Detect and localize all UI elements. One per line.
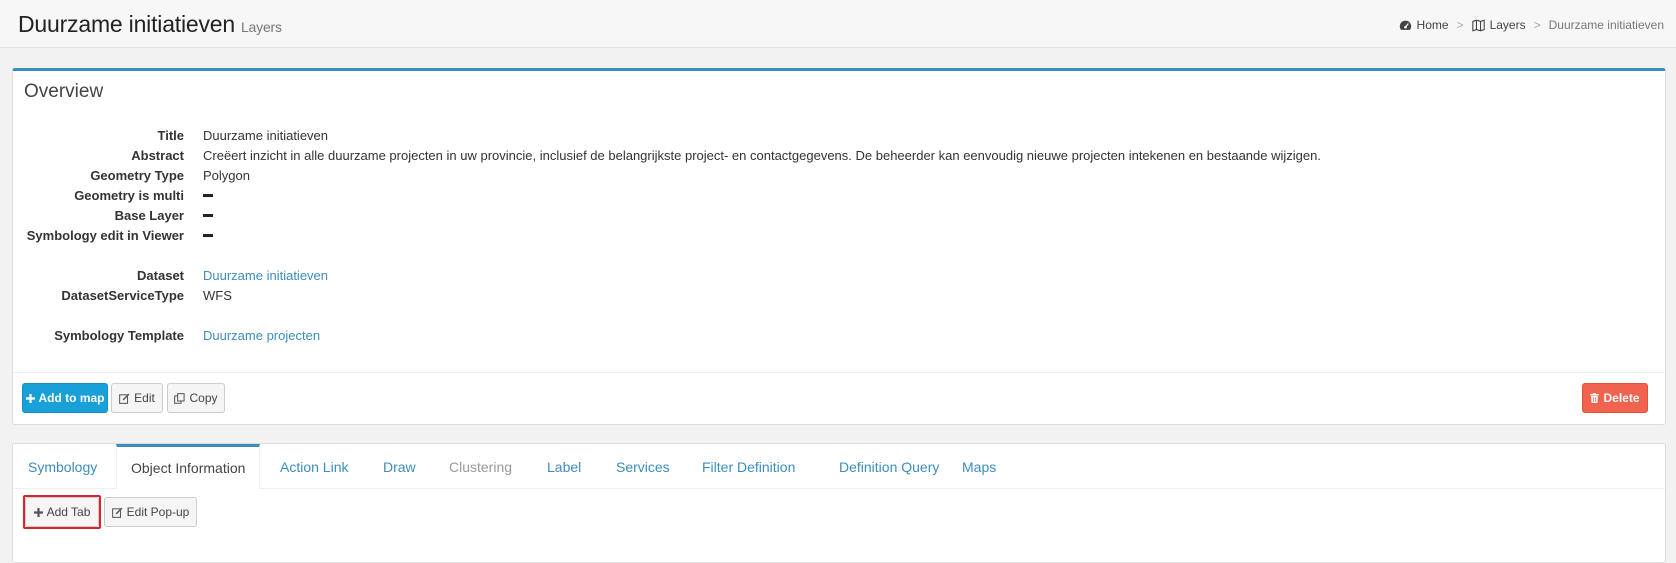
- unchecked-dash-icon: [203, 193, 213, 197]
- breadcrumb-current: Duurzame initiatieven: [1548, 18, 1664, 32]
- overview-panel: Overview Title Duurzame initiatieven Abs…: [12, 68, 1666, 425]
- detail-label: Geometry Type: [90, 168, 184, 183]
- page-subtitle: Layers: [240, 19, 282, 35]
- edit-icon: [119, 393, 130, 404]
- tab-services[interactable]: Services: [602, 444, 684, 489]
- page-header: Duurzame initiatieven Layers Home > Layer…: [0, 0, 1676, 48]
- detail-label: Geometry is multi: [74, 188, 184, 203]
- symbology-template-link[interactable]: Duurzame projecten: [203, 328, 320, 343]
- detail-row-dataset-service-type: DatasetServiceType WFS: [13, 286, 1413, 306]
- overview-title: Overview: [24, 81, 104, 102]
- copy-label: Copy: [189, 391, 218, 405]
- unchecked-dash-icon: [203, 213, 213, 217]
- breadcrumb-separator: >: [1456, 18, 1464, 32]
- detail-row-symbology-edit: Symbology edit in Viewer: [13, 226, 1413, 246]
- detail-value: WFS: [203, 288, 232, 303]
- detail-row-geometry-type: Geometry Type Polygon: [13, 166, 1413, 186]
- edit-popup-label: Edit Pop-up: [126, 505, 190, 519]
- detail-row-symbology-template: Symbology Template Duurzame projecten: [13, 326, 1413, 346]
- detail-label: Symbology Template: [54, 328, 184, 343]
- detail-label: Base Layer: [114, 208, 184, 223]
- detail-label: Title: [157, 128, 185, 143]
- breadcrumb-home[interactable]: Home: [1399, 18, 1449, 32]
- detail-row-base-layer: Base Layer: [13, 206, 1413, 226]
- detail-label: Abstract: [131, 148, 184, 163]
- trash-icon: [1590, 393, 1600, 403]
- detail-value: [203, 226, 213, 246]
- dataset-link[interactable]: Duurzame initiatieven: [203, 268, 328, 283]
- page-title: Duurzame initiatieven Layers: [18, 11, 282, 38]
- detail-row-abstract: Abstract Creëert inzicht in alle duurzam…: [13, 146, 1413, 166]
- tab-symbology[interactable]: Symbology: [14, 444, 111, 489]
- tab-object-information[interactable]: Object Information: [116, 444, 261, 489]
- edit-button[interactable]: Edit: [111, 383, 163, 413]
- detail-value: Duurzame initiatieven: [203, 128, 329, 143]
- edit-label: Edit: [134, 391, 155, 405]
- tab-label[interactable]: Label: [533, 444, 595, 489]
- breadcrumb: Home > Layers > Duurzame initiatieven: [1399, 18, 1664, 32]
- detail-value: [203, 206, 213, 226]
- plus-icon: [25, 393, 35, 403]
- detail-value: Polygon: [203, 168, 250, 183]
- detail-row-dataset: Dataset Duurzame initiatieven: [13, 266, 1413, 286]
- highlight-box: [23, 495, 101, 529]
- tab-filter-definition[interactable]: Filter Definition: [688, 444, 809, 489]
- tab-definition-query[interactable]: Definition Query: [825, 444, 953, 489]
- detail-row-geometry-multi: Geometry is multi: [13, 186, 1413, 206]
- breadcrumb-separator: >: [1533, 18, 1541, 32]
- tab-clustering: Clustering: [449, 459, 513, 475]
- detail-label: Symbology edit in Viewer: [26, 228, 184, 243]
- copy-button[interactable]: Copy: [167, 383, 225, 413]
- detail-value: Duurzame projecten: [203, 326, 320, 346]
- add-to-map-label: Add to map: [38, 391, 105, 405]
- map-icon: [1471, 18, 1485, 32]
- tab-action-link[interactable]: Action Link: [266, 444, 362, 489]
- delete-label: Delete: [1603, 391, 1640, 405]
- page-title-text: Duurzame initiatieven: [18, 11, 235, 37]
- detail-label: DatasetServiceType: [61, 288, 184, 303]
- overview-footer: Add to map Edit Copy Delete: [13, 372, 1665, 424]
- tabs-panel: Symbology Object Information Action Link…: [12, 443, 1666, 563]
- tab-bar: Symbology Object Information Action Link…: [13, 444, 1665, 489]
- unchecked-dash-icon: [203, 233, 213, 237]
- edit-popup-button[interactable]: Edit Pop-up: [104, 497, 197, 527]
- copy-icon: [174, 392, 186, 404]
- detail-row-title: Title Duurzame initiatieven: [13, 126, 1413, 146]
- detail-value: Duurzame initiatieven: [203, 266, 328, 286]
- detail-value: Creëert inzicht in alle duurzame project…: [203, 148, 1321, 163]
- breadcrumb-home-label: Home: [1416, 18, 1449, 32]
- breadcrumb-layers[interactable]: Layers: [1471, 18, 1526, 32]
- layer-details: Title Duurzame initiatieven Abstract Cre…: [13, 126, 1413, 346]
- tab-maps[interactable]: Maps: [948, 444, 1010, 489]
- dashboard-icon: [1399, 20, 1411, 30]
- breadcrumb-layers-label: Layers: [1489, 18, 1526, 32]
- tab-draw[interactable]: Draw: [369, 444, 430, 489]
- detail-value: [203, 186, 213, 206]
- edit-icon: [111, 507, 123, 518]
- add-to-map-button[interactable]: Add to map: [22, 383, 108, 413]
- detail-label: Dataset: [137, 268, 184, 283]
- delete-button[interactable]: Delete: [1582, 383, 1648, 413]
